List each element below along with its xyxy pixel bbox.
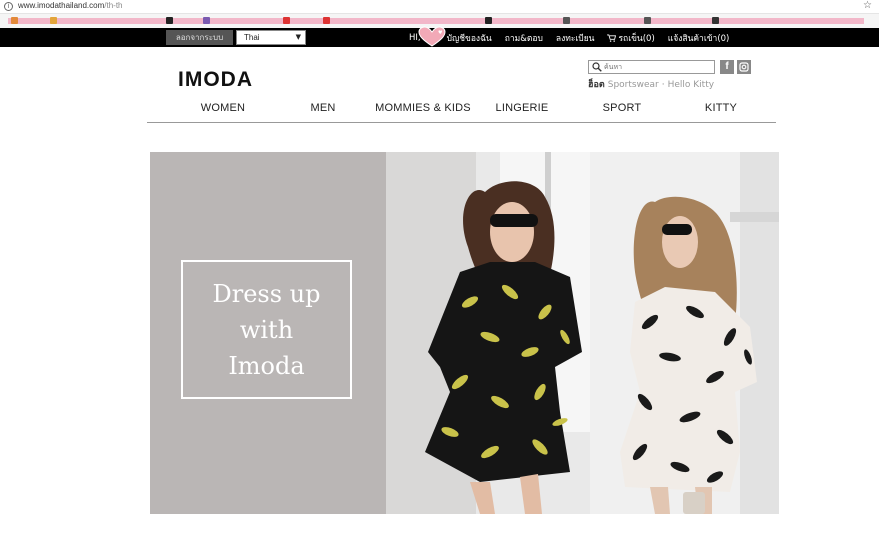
bookmark-icon[interactable] xyxy=(283,17,290,24)
hot-search: ฮ็อต Sportswear · Hello Kitty xyxy=(588,77,714,91)
instagram-icon[interactable] xyxy=(737,60,751,74)
register-link[interactable]: ลงทะเบียน xyxy=(556,31,595,45)
restock-notify-link[interactable]: แจ้งสินค้าเข้า(0) xyxy=(668,31,730,45)
url-path: /th-th xyxy=(104,1,123,10)
bookmark-icon[interactable] xyxy=(485,17,492,24)
account-links: HI, บัญชีของฉัน ถาม&ตอบ ลงทะเบียน รถเข็น… xyxy=(409,28,742,47)
bookmark-icon[interactable] xyxy=(11,17,18,24)
language-value: Thai xyxy=(244,33,260,42)
hot-separator: · xyxy=(661,80,665,90)
cart-icon xyxy=(607,33,617,42)
url-host: www.imodathailand.com xyxy=(18,1,105,10)
cart-label: รถเข็น(0) xyxy=(618,33,655,44)
hero-headline-box: Dress up with Imoda xyxy=(181,260,352,399)
bookmark-icon[interactable] xyxy=(644,17,651,24)
nav-kitty[interactable]: KITTY xyxy=(705,102,737,114)
bookmark-icon[interactable] xyxy=(563,17,570,24)
url-text[interactable]: www.imodathailand.com/th-th xyxy=(18,1,123,10)
faq-link[interactable]: ถาม&ตอบ xyxy=(505,31,543,45)
nav-men[interactable]: MEN xyxy=(310,102,335,114)
language-select[interactable]: Thai ▼ xyxy=(236,30,306,45)
bookmark-icon[interactable] xyxy=(712,17,719,24)
hot-term-sportswear[interactable]: Sportswear xyxy=(608,80,659,90)
search-icon[interactable] xyxy=(592,62,602,72)
bookmark-star-icon[interactable]: ☆ xyxy=(863,0,872,11)
search-box[interactable] xyxy=(588,60,715,74)
logout-button[interactable]: ลอกจากระบบ xyxy=(166,30,233,45)
main-nav: WOMEN MEN MOMMIES & KIDS LINGERIE SPORT … xyxy=(147,101,776,123)
nav-sport[interactable]: SPORT xyxy=(603,102,642,114)
cart-link[interactable]: รถเข็น(0) xyxy=(607,31,655,45)
chevron-down-icon: ▼ xyxy=(295,33,301,41)
site-logo[interactable]: IMODA xyxy=(178,68,253,92)
nav-mommies-kids[interactable]: MOMMIES & KIDS xyxy=(375,102,471,114)
facebook-icon[interactable]: f xyxy=(720,60,734,74)
bookmark-icon[interactable] xyxy=(50,17,57,24)
search-input[interactable] xyxy=(604,61,712,73)
bookmarks-strip xyxy=(8,18,864,24)
bookmark-icon[interactable] xyxy=(203,17,210,24)
my-account-link[interactable]: บัญชีของฉัน xyxy=(447,31,492,45)
heart-icon: ♥ xyxy=(418,26,446,47)
hero-banner[interactable]: Dress up with Imoda xyxy=(150,152,779,514)
hero-headline: Dress up with Imoda xyxy=(212,279,321,380)
nav-lingerie[interactable]: LINGERIE xyxy=(496,102,549,114)
address-bar[interactable]: i www.imodathailand.com/th-th ☆ xyxy=(0,0,879,14)
bookmark-icon[interactable] xyxy=(166,17,173,24)
instagram-glyph xyxy=(739,62,749,72)
svg-text:♥: ♥ xyxy=(438,30,443,36)
bookmark-icon[interactable] xyxy=(323,17,330,24)
nav-women[interactable]: WOMEN xyxy=(201,102,245,114)
hot-search-label: ฮ็อต xyxy=(588,80,605,90)
hot-term-hello-kitty[interactable]: Hello Kitty xyxy=(668,80,714,90)
info-icon[interactable]: i xyxy=(4,2,13,11)
